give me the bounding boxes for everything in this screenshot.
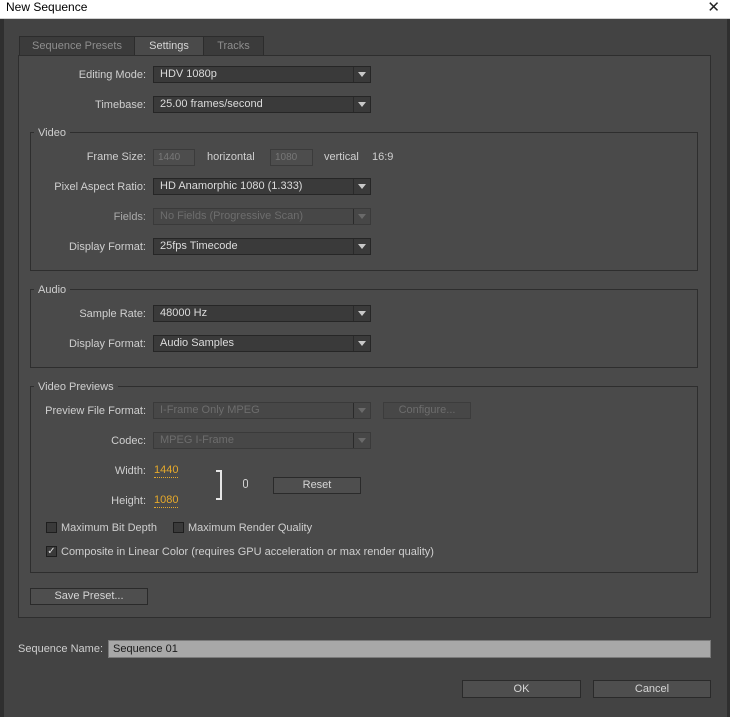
tab-tracks[interactable]: Tracks <box>203 36 264 56</box>
video-display-format-value: 25fps Timecode <box>160 240 238 252</box>
chevron-down-icon <box>353 336 370 351</box>
chevron-down-icon <box>353 97 370 112</box>
tab-settings[interactable]: Settings <box>134 36 204 57</box>
frame-size-label: Frame Size: <box>86 151 146 163</box>
chevron-down-icon <box>353 433 370 448</box>
sample-rate-label: Sample Rate: <box>79 308 146 320</box>
video-previews-group-label: Video Previews <box>34 380 118 394</box>
preview-height-label: Height: <box>111 495 146 507</box>
chevron-down-icon <box>353 239 370 254</box>
aspect-ratio-value: 16:9 <box>372 151 394 163</box>
cancel-button[interactable]: Cancel <box>593 680 711 698</box>
reset-button[interactable]: Reset <box>273 477 361 494</box>
pixel-aspect-select[interactable]: HD Anamorphic 1080 (1.333) <box>153 178 371 195</box>
editing-mode-select[interactable]: HDV 1080p <box>153 66 371 83</box>
timebase-select[interactable]: 25.00 frames/second <box>153 96 371 113</box>
tab-sequence-presets[interactable]: Sequence Presets <box>19 36 135 56</box>
editing-mode-value: HDV 1080p <box>160 68 217 80</box>
preview-file-format-label: Preview File Format: <box>45 405 146 417</box>
horizontal-label: horizontal <box>207 151 255 163</box>
save-preset-button[interactable]: Save Preset... <box>30 588 148 605</box>
close-icon[interactable]: ✕ <box>707 0 720 16</box>
chevron-down-icon <box>353 179 370 194</box>
ok-button[interactable]: OK <box>462 680 581 698</box>
audio-display-format-value: Audio Samples <box>160 337 234 349</box>
fields-value: No Fields (Progressive Scan) <box>160 210 304 222</box>
frame-width-field[interactable]: 1440 <box>153 149 195 166</box>
title-bar: New Sequence ✕ <box>0 0 730 19</box>
codec-label: Codec: <box>111 435 146 447</box>
max-render-quality-label: Maximum Render Quality <box>188 522 313 534</box>
audio-group <box>30 289 698 368</box>
linear-color-label: Composite in Linear Color (requires GPU … <box>61 546 434 558</box>
fields-label: Fields: <box>113 211 146 223</box>
codec-value: MPEG I-Frame <box>160 434 234 446</box>
frame-height-field[interactable]: 1080 <box>270 149 313 166</box>
timebase-label: Timebase: <box>95 99 146 111</box>
sample-rate-select[interactable]: 48000 Hz <box>153 305 371 322</box>
window-edge-left <box>0 19 4 717</box>
max-bit-depth-label: Maximum Bit Depth <box>61 522 157 534</box>
link-icon[interactable] <box>243 479 248 488</box>
editing-mode-label: Editing Mode: <box>78 69 146 81</box>
aspect-link-bracket <box>216 470 222 500</box>
preview-file-format-select[interactable]: I-Frame Only MPEG <box>153 402 371 419</box>
pixel-aspect-value: HD Anamorphic 1080 (1.333) <box>160 180 303 192</box>
fields-select[interactable]: No Fields (Progressive Scan) <box>153 208 371 225</box>
window-title: New Sequence <box>6 0 88 14</box>
chevron-down-icon <box>353 209 370 224</box>
sequence-name-input[interactable]: Sequence 01 <box>108 640 711 658</box>
preview-height-value[interactable]: 1080 <box>154 494 179 508</box>
vertical-label: vertical <box>324 151 359 163</box>
max-render-quality-checkbox[interactable] <box>173 522 184 533</box>
sequence-name-label: Sequence Name: <box>18 643 103 655</box>
chevron-down-icon <box>353 67 370 82</box>
sample-rate-value: 48000 Hz <box>160 307 208 319</box>
linear-color-checkbox[interactable]: ✓ <box>46 546 57 557</box>
pixel-aspect-label: Pixel Aspect Ratio: <box>54 181 146 193</box>
video-group-label: Video <box>34 126 70 140</box>
preview-width-label: Width: <box>114 465 146 477</box>
video-display-format-select[interactable]: 25fps Timecode <box>153 238 371 255</box>
audio-group-label: Audio <box>34 283 71 297</box>
preview-width-value[interactable]: 1440 <box>154 464 179 478</box>
audio-display-format-label: Display Format: <box>68 338 146 350</box>
audio-display-format-select[interactable]: Audio Samples <box>153 335 371 352</box>
preview-file-format-value: I-Frame Only MPEG <box>160 404 260 416</box>
codec-select[interactable]: MPEG I-Frame <box>153 432 371 449</box>
configure-button[interactable]: Configure... <box>383 402 471 419</box>
timebase-value: 25.00 frames/second <box>160 98 263 110</box>
max-bit-depth-checkbox[interactable] <box>46 522 57 533</box>
chevron-down-icon <box>353 403 370 418</box>
chevron-down-icon <box>353 306 370 321</box>
video-display-format-label: Display Format: <box>68 241 146 253</box>
